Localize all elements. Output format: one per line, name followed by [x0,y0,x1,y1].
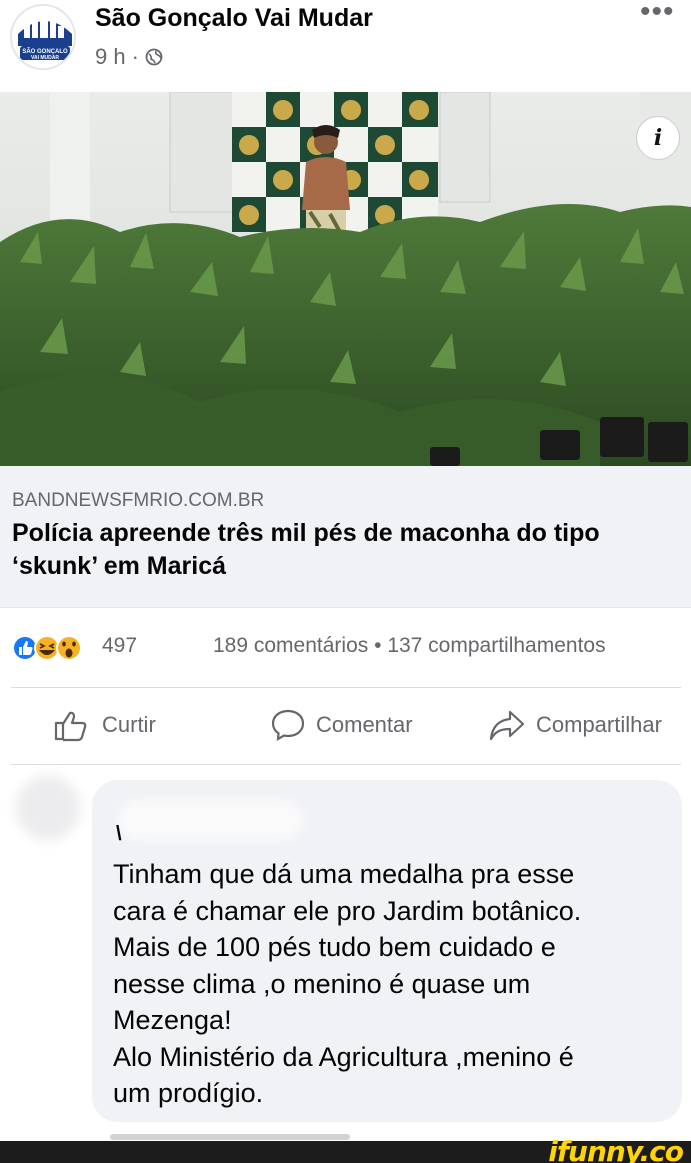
post-image[interactable] [0,92,691,466]
comment-count[interactable]: 189 comentários [213,634,368,657]
comment-label: Comentar [316,712,413,737]
commenter-avatar[interactable] [16,776,80,840]
avatar-text-line2: VAI MUDAR [31,55,59,61]
divider-top [11,687,681,688]
post-time[interactable]: 9 h [95,44,126,70]
page-name-link[interactable]: São Gonçalo Vai Mudar [95,4,373,33]
reaction-icons[interactable] [11,632,91,664]
share-count[interactable]: 137 compartilhamentos [387,634,605,657]
like-label: Curtir [102,712,156,737]
reaction-count[interactable]: 497 [102,634,137,658]
thumbs-up-icon [54,711,87,742]
like-button[interactable]: Curtir [52,700,156,750]
ifunny-watermark: ifunny.co [548,1135,684,1163]
engagement-stats: 189 comentários • 137 compartilhamentos [213,634,606,658]
cannabis-plants [0,204,691,466]
cannabis-seizure-photo [0,92,691,466]
comment-button[interactable]: Comentar [270,700,413,750]
like-reaction-icon [12,635,38,661]
reactions-summary: 497 189 comentários • 137 compartilhamen… [0,628,691,668]
page-avatar[interactable]: SÃO GONÇALO VAI MUDAR [10,4,76,70]
wow-reaction-icon [56,635,82,661]
meta-separator: · [131,44,139,69]
comment-line: Mais de 100 pés tudo bem cuidado e [113,932,556,962]
commenter-name-redacted[interactable] [118,800,303,840]
share-button[interactable]: Compartilhar [488,700,662,750]
comment-line: um prodígio. [113,1078,264,1108]
share-label: Compartilhar [536,712,662,737]
globe-icon [145,48,163,66]
comment-line: Alo Ministério da Agricultura ,menino é [113,1041,574,1072]
post-meta: 9 h · [95,44,163,70]
comment-line: Mezenga! [113,1005,232,1035]
comment-line: nesse clima ,o menino é quase um [113,968,531,999]
info-icon[interactable]: i [636,116,680,160]
avatar-text-line1: SÃO GONÇALO [22,48,68,55]
link-domain: BANDNEWSFMRIO.COM.BR [12,490,265,511]
commenter-name-fragment: \ [116,823,122,845]
city-skyline-logo-icon: SÃO GONÇALO VAI MUDAR [14,8,74,68]
more-options-icon[interactable]: ••• [640,0,675,27]
comment-actions-cutoff [110,1134,350,1140]
post-header: SÃO GONÇALO VAI MUDAR São Gonçalo Vai Mu… [0,0,691,90]
share-arrow-icon [489,710,525,741]
comment-line: cara é chamar ele pro Jardim botânico. [113,895,582,926]
stats-separator: • [374,634,382,657]
divider-bottom [11,764,681,765]
link-title[interactable]: Polícia apreende três mil pés de maconha… [12,517,672,583]
comment-line: Tinham que dá uma medalha pra esse [113,859,575,889]
watermark-bar: ifunny.co [0,1135,691,1163]
link-preview[interactable]: BANDNEWSFMRIO.COM.BR Polícia apreende tr… [0,466,691,608]
comment-text: Tinham que dá uma medalha pra esse cara … [113,856,673,1112]
haha-reaction-icon [34,635,60,661]
speech-bubble-icon [271,709,305,742]
